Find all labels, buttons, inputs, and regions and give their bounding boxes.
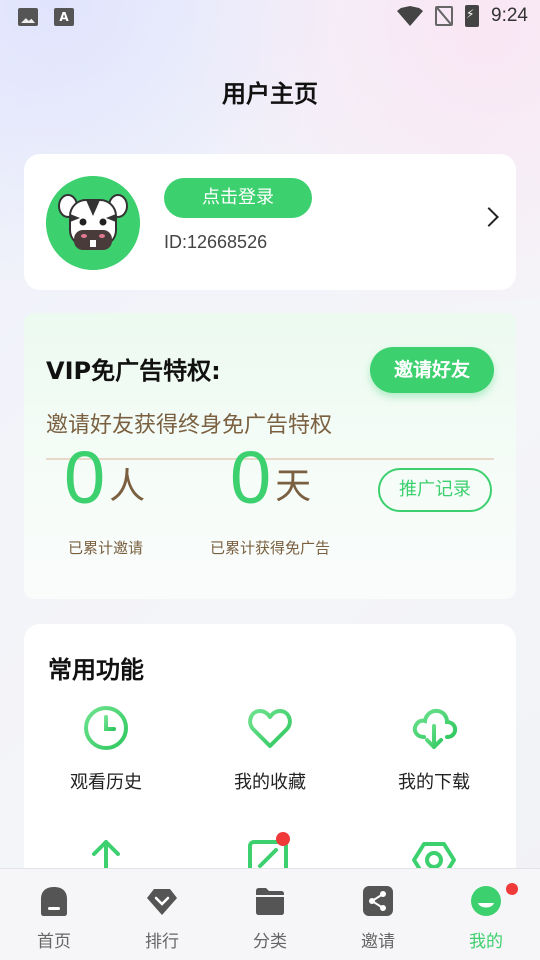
chevron-right-icon[interactable] [479, 207, 499, 227]
user-id: ID:12668526 [164, 232, 268, 252]
battery-charging-icon [465, 5, 480, 27]
nav-label: 我的 [469, 932, 503, 952]
font-notification-icon: A [54, 8, 74, 26]
days-stat: 0 天 [230, 441, 311, 515]
notification-dot [506, 883, 518, 895]
status-notifications: A [18, 8, 74, 26]
nav-label: 首页 [37, 932, 71, 952]
home-icon [38, 885, 70, 917]
status-bar: A 9:24 [0, 0, 540, 36]
function-label: 观看历史 [70, 772, 142, 793]
nav-label: 分类 [253, 932, 287, 952]
cloud-download-icon [410, 704, 458, 752]
function-item-history[interactable]: 观看历史 [36, 704, 176, 794]
function-item-downloads[interactable]: 我的下载 [364, 704, 504, 794]
page-title: 用户主页 [222, 80, 318, 108]
invited-count: 0 [64, 436, 106, 519]
clock-icon [82, 704, 130, 752]
heart-icon [246, 704, 294, 752]
nav-item-mine[interactable]: 我的 [432, 869, 540, 960]
vip-title: VIP免广告特权: [46, 357, 221, 385]
bottom-navigation: 首页 排行 分类 邀请 我的 [0, 868, 540, 960]
diamond-icon [146, 885, 178, 917]
image-notification-icon [18, 8, 38, 26]
function-item-favorites[interactable]: 我的收藏 [200, 704, 340, 794]
function-label: 我的收藏 [234, 772, 306, 793]
days-count: 0 [230, 436, 272, 519]
days-label: 已累计获得免广告 [210, 539, 331, 557]
invited-stat: 0 人 [64, 441, 145, 515]
login-button[interactable]: 点击登录 [164, 178, 312, 218]
vip-subtitle: 邀请好友获得终身免广告特权 [46, 413, 333, 438]
profile-icon [470, 883, 518, 917]
notification-dot [276, 832, 290, 846]
function-label: 我的下载 [398, 772, 470, 793]
status-time: 9:24 [491, 5, 528, 26]
nav-item-category[interactable]: 分类 [216, 869, 324, 960]
invited-unit: 人 [109, 466, 146, 507]
avatar[interactable] [46, 176, 140, 270]
no-signal-icon [435, 6, 454, 26]
days-unit: 天 [275, 466, 312, 507]
zebra-avatar-icon [46, 176, 140, 270]
folder-icon [254, 885, 286, 917]
nav-item-home[interactable]: 首页 [0, 869, 108, 960]
promotion-record-button[interactable]: 推广记录 [378, 468, 492, 512]
functions-title: 常用功能 [48, 656, 144, 684]
wifi-icon [397, 6, 424, 26]
nav-label: 邀请 [361, 932, 395, 952]
nav-label: 排行 [145, 932, 179, 952]
invited-label: 已累计邀请 [68, 539, 144, 557]
nav-item-ranking[interactable]: 排行 [108, 869, 216, 960]
share-icon [362, 885, 394, 917]
nav-item-invite[interactable]: 邀请 [324, 869, 432, 960]
user-card[interactable]: 点击登录 ID:12668526 [24, 154, 516, 290]
status-indicators: 9:24 [397, 5, 528, 27]
vip-card: VIP免广告特权: 邀请好友 邀请好友获得终身免广告特权 0 人 0 天 已累计… [24, 313, 516, 599]
invite-friends-button[interactable]: 邀请好友 [370, 347, 494, 393]
